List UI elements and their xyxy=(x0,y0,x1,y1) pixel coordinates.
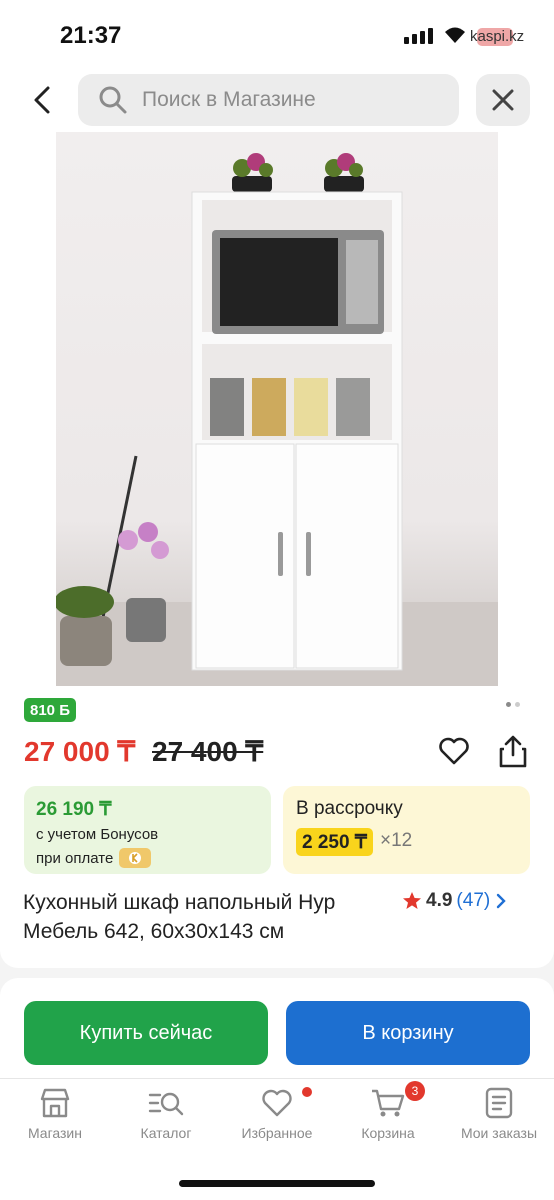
heart-icon xyxy=(262,1089,292,1117)
installment-amount: 2 250 ₸ xyxy=(296,828,373,856)
status-time: 21:37 xyxy=(60,22,122,49)
favorite-heart-icon[interactable] xyxy=(438,735,470,767)
bonus-points-badge: 810 Б xyxy=(24,698,76,722)
product-photo[interactable] xyxy=(56,132,498,686)
current-price: 27 000 ₸ xyxy=(24,736,136,767)
product-card: 810 Б 27 000 ₸ 27 400 ₸ 26 190 ₸ с учето… xyxy=(0,132,554,968)
add-to-cart-button[interactable]: В корзину xyxy=(286,1001,530,1065)
close-icon xyxy=(492,89,514,111)
bonus-price-line2: при оплате xyxy=(36,849,114,867)
home-indicator xyxy=(179,1180,375,1187)
tab-catalog-label: Каталог xyxy=(140,1125,192,1141)
store-icon xyxy=(40,1088,70,1118)
tab-cart[interactable]: 3 Корзина xyxy=(333,1081,443,1141)
favorites-dot xyxy=(302,1087,312,1097)
search-placeholder: Поиск в Магазине xyxy=(142,88,316,111)
share-icon[interactable] xyxy=(497,733,529,769)
cart-badge: 3 xyxy=(405,1081,425,1101)
top-nav: Поиск в Магазине xyxy=(0,70,554,132)
kaspi-logo-icon xyxy=(119,848,152,868)
tab-orders-label: Мои заказы xyxy=(460,1125,538,1141)
tab-favorites[interactable]: Избранное xyxy=(222,1087,332,1141)
cart-icon xyxy=(372,1089,405,1117)
product-title: Кухонный шкаф напольный Нур Мебель 642, … xyxy=(23,891,336,943)
tab-store-label: Магазин xyxy=(27,1125,82,1141)
installment-title: В рассрочку xyxy=(296,798,403,819)
chevron-right-icon xyxy=(497,893,506,909)
orders-icon xyxy=(485,1087,513,1119)
cabinet-illustration xyxy=(56,153,498,686)
bonus-price-amount: 26 190 ₸ xyxy=(36,799,112,820)
signal-icon xyxy=(404,28,433,44)
bonus-price-tile[interactable]: 26 190 ₸ с учетом Бонусов при оплате xyxy=(24,786,271,874)
installment-multiplier: ×12 xyxy=(380,830,413,851)
back-arrow-icon[interactable] xyxy=(26,82,62,118)
search-icon xyxy=(99,86,127,114)
old-price: 27 400 ₸ xyxy=(152,736,264,767)
tab-cart-label: Корзина xyxy=(361,1125,415,1141)
close-button[interactable] xyxy=(476,74,530,126)
rating-link[interactable]: 4.9 (47) xyxy=(402,890,508,912)
catalog-search-icon xyxy=(148,1092,184,1116)
tab-catalog[interactable]: Каталог xyxy=(111,1087,221,1141)
tab-store[interactable]: Магазин xyxy=(0,1087,110,1141)
carousel-dots xyxy=(506,702,520,707)
tab-orders[interactable]: Мои заказы xyxy=(444,1087,554,1141)
search-input[interactable]: Поиск в Магазине xyxy=(78,74,459,126)
rating-value: 4.9 xyxy=(426,890,453,911)
reviews-count: (47) xyxy=(456,890,491,911)
carrier-label: kaspi.kz xyxy=(470,28,525,45)
wifi-icon xyxy=(445,27,465,43)
status-bar: 21:37 kaspi.kz xyxy=(0,0,554,70)
star-icon xyxy=(403,892,421,909)
tab-favorites-label: Избранное xyxy=(241,1125,313,1141)
bonus-price-line1: с учетом Бонусов xyxy=(36,826,159,843)
installment-tile[interactable]: В рассрочку 2 250 ₸ ×12 xyxy=(283,786,530,874)
buy-now-button[interactable]: Купить сейчас xyxy=(24,1001,268,1065)
